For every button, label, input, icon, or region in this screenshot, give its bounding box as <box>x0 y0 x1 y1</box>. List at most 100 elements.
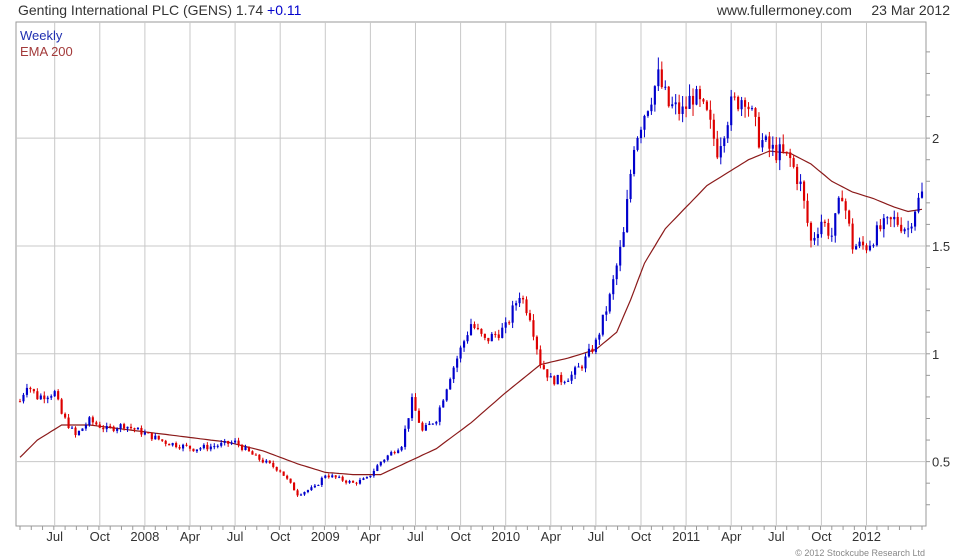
weekly-candle <box>306 489 310 494</box>
x-tick-label: 2008 <box>130 529 159 544</box>
x-tick-label: Apr <box>360 529 381 544</box>
y-tick-label: 1 <box>932 347 939 362</box>
weekly-candle <box>317 484 320 486</box>
candle-body <box>858 241 861 247</box>
candle-body <box>816 234 819 238</box>
weekly-candle <box>754 107 757 127</box>
candle-body <box>872 245 875 247</box>
candle-body <box>525 299 528 314</box>
weekly-candle <box>674 94 677 115</box>
candle-body <box>417 410 421 423</box>
weekly-candle <box>445 388 448 402</box>
weekly-candle <box>705 100 708 112</box>
weekly-candle <box>907 220 910 238</box>
weekly-candle <box>820 214 823 238</box>
candle-body <box>116 428 119 431</box>
weekly-candle <box>567 378 570 383</box>
weekly-candle <box>608 292 611 314</box>
weekly-candle <box>431 423 434 425</box>
x-tick-label: Oct <box>631 529 652 544</box>
weekly-candle <box>251 450 254 455</box>
candle-body <box>771 144 774 149</box>
weekly-candle <box>338 475 341 479</box>
weekly-candle <box>400 446 403 452</box>
candle-body <box>209 446 212 450</box>
candle-body <box>688 95 691 109</box>
candle-body <box>50 396 53 398</box>
weekly-candle <box>296 488 299 497</box>
weekly-candle <box>209 443 212 452</box>
candle-body <box>664 86 667 88</box>
weekly-candle <box>487 337 490 344</box>
weekly-candle <box>81 428 84 432</box>
candle-body <box>129 426 133 429</box>
weekly-candle <box>442 398 445 408</box>
candle-body <box>390 452 393 456</box>
weekly-candle <box>188 445 192 452</box>
candle-body <box>157 435 160 440</box>
weekly-candle <box>258 454 261 462</box>
weekly-candle <box>920 182 924 199</box>
weekly-candle <box>320 476 323 488</box>
candle-body <box>619 246 622 266</box>
weekly-candle <box>719 137 722 165</box>
weekly-candle <box>161 439 164 442</box>
weekly-candle <box>358 477 362 485</box>
candle-body <box>487 337 490 342</box>
weekly-candle <box>95 420 98 426</box>
candle-body <box>750 108 754 110</box>
weekly-candle <box>404 425 407 450</box>
candle-body <box>247 446 251 452</box>
candle-body <box>91 417 94 423</box>
weekly-candle <box>622 227 625 248</box>
candle-body <box>39 395 42 400</box>
weekly-candle <box>539 345 542 369</box>
weekly-candle <box>168 443 171 446</box>
weekly-candle <box>851 218 854 254</box>
weekly-candle <box>469 318 473 336</box>
candle-body <box>865 245 868 251</box>
weekly-candle <box>192 448 195 452</box>
candle-body <box>806 200 809 223</box>
weekly-candle <box>605 306 608 322</box>
candle-body <box>469 324 473 336</box>
weekly-candle <box>896 212 899 227</box>
candle-body <box>123 424 126 429</box>
candle-body <box>712 119 715 139</box>
candle-body <box>265 460 268 463</box>
candle-body <box>348 481 351 483</box>
candle-body <box>785 151 788 153</box>
candle-body <box>691 95 695 105</box>
candle-body <box>74 427 77 436</box>
candle-body <box>393 452 396 454</box>
weekly-candle <box>362 477 365 481</box>
candle-body <box>813 237 816 241</box>
weekly-candle <box>157 435 160 441</box>
candle-body <box>501 327 504 338</box>
candle-body <box>136 427 140 430</box>
candle-body <box>32 389 35 392</box>
candle-body <box>591 348 594 352</box>
candle-body <box>518 297 521 304</box>
weekly-candle <box>449 377 452 390</box>
weekly-candle <box>376 463 379 472</box>
weekly-candle <box>459 345 462 363</box>
candle-body <box>133 428 136 430</box>
weekly-candle <box>875 221 878 247</box>
weekly-candle <box>521 295 525 304</box>
candle-body <box>653 86 656 105</box>
weekly-candle <box>18 398 22 403</box>
legend-weekly: Weekly <box>20 28 63 43</box>
weekly-candle <box>764 134 767 143</box>
candle-body <box>605 311 608 315</box>
weekly-candle <box>70 426 74 429</box>
candle-body <box>740 100 743 110</box>
candle-body <box>626 199 629 233</box>
weekly-candle <box>171 442 174 447</box>
candle-body <box>757 116 761 148</box>
x-tick-label: Oct <box>270 529 291 544</box>
weekly-candle <box>910 223 913 234</box>
weekly-candle <box>105 422 108 433</box>
weekly-candle <box>865 243 868 254</box>
weekly-candle <box>195 449 199 453</box>
